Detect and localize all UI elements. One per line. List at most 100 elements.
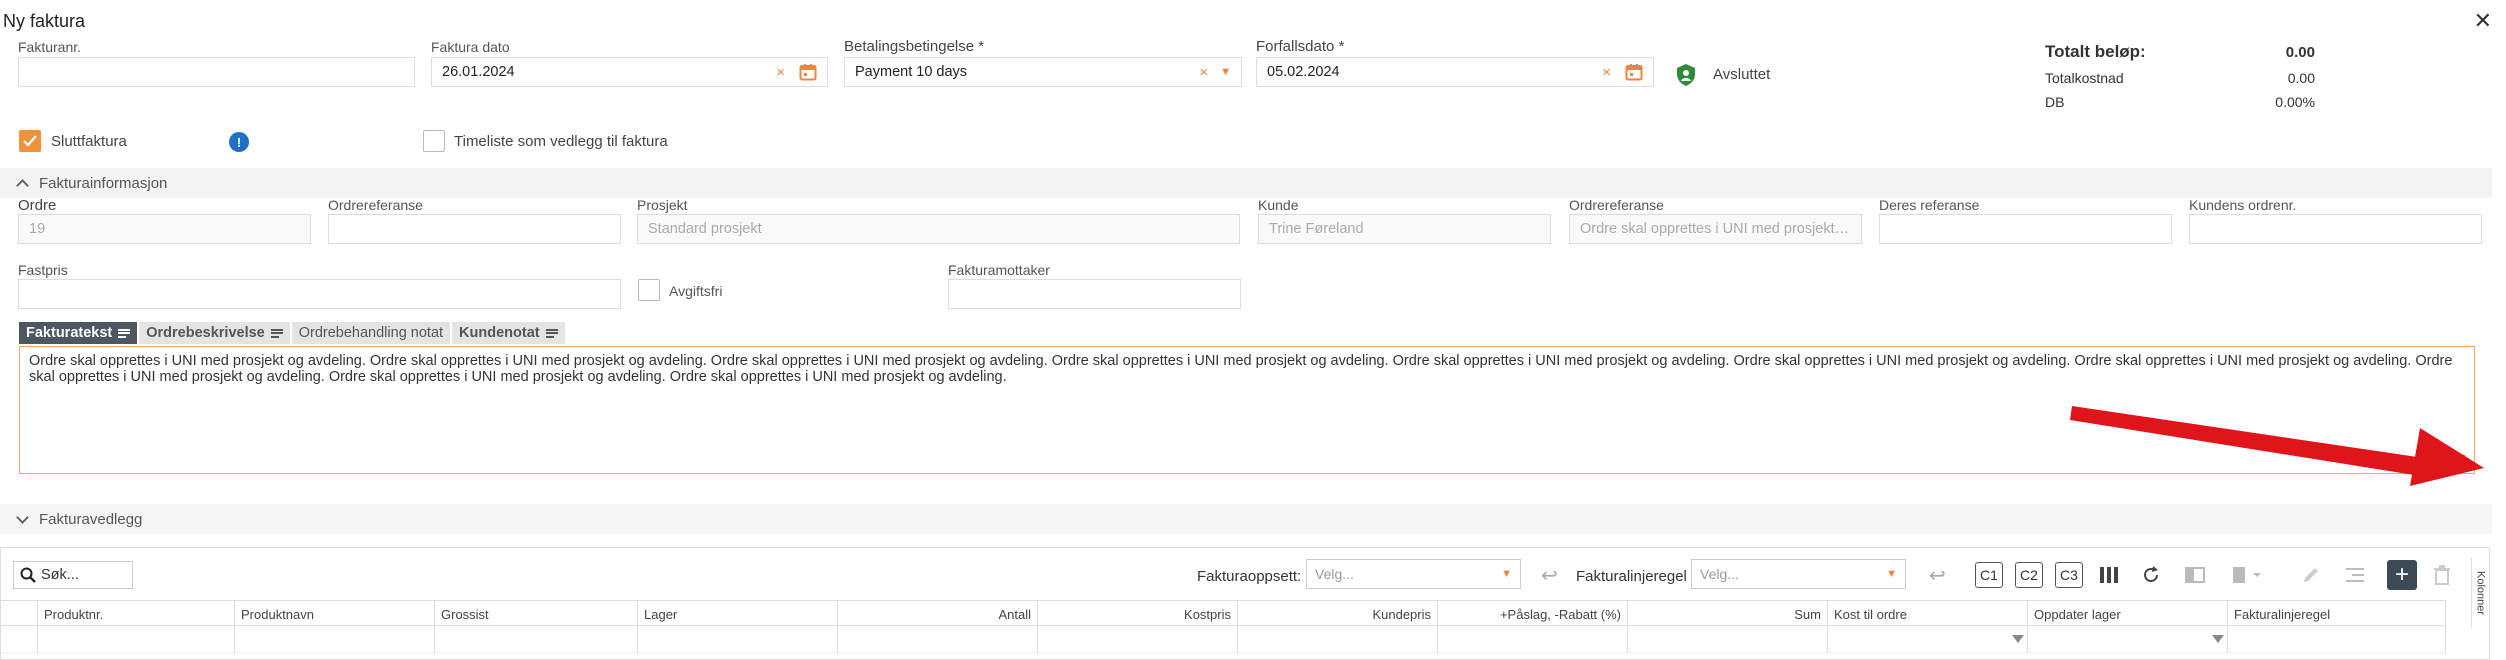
tab-kundenotat[interactable]: Kundenotat: [452, 322, 567, 344]
avgiftsfri-checkbox[interactable]: [638, 279, 660, 301]
linjeregel-select[interactable]: Velg... ▼: [1691, 559, 1906, 589]
col-kundepris[interactable]: Kundepris: [1238, 601, 1438, 627]
fakturainfo-header[interactable]: Fakturainformasjon: [0, 168, 2492, 198]
info-icon[interactable]: !: [229, 132, 249, 152]
forfall-value: 05.02.2024: [1267, 64, 1340, 80]
forfall-input[interactable]: 05.02.2024 ×: [1256, 57, 1654, 87]
copy-dropdown-icon[interactable]: [2231, 562, 2265, 588]
search-input[interactable]: Søk...: [13, 561, 133, 589]
filter-cell[interactable]: [1438, 627, 1628, 653]
clear-betaling-icon[interactable]: ×: [1199, 64, 1208, 81]
status-label: Avsluttet: [1713, 66, 1771, 83]
c1-button[interactable]: C1: [1975, 562, 2003, 588]
deres-label: Deres referanse: [1879, 197, 1980, 213]
col-paslag-rabatt[interactable]: +Påslag, -Rabatt (%): [1438, 601, 1628, 627]
check-icon: [23, 135, 37, 147]
fakturavedlegg-header[interactable]: Fakturavedlegg: [0, 504, 2492, 534]
filter-cell: [1, 627, 38, 653]
notes-icon: [118, 328, 131, 338]
kunde-label: Kunde: [1258, 197, 1299, 213]
calendar-icon[interactable]: [1625, 63, 1643, 81]
fakturadato-label: Faktura dato: [431, 39, 510, 55]
chevron-down-icon[interactable]: ▼: [1220, 66, 1231, 78]
search-placeholder: Søk...: [41, 567, 79, 583]
search-icon: [20, 567, 36, 583]
c3-button[interactable]: C3: [2055, 562, 2083, 588]
deres-input[interactable]: [1879, 214, 2172, 244]
col-oppdater-lager[interactable]: Oppdater lager: [2028, 601, 2228, 627]
fakturadato-input[interactable]: 26.01.2024 ×: [431, 57, 828, 87]
fastpris-input[interactable]: [18, 279, 621, 309]
filter-icon[interactable]: [2012, 635, 2024, 643]
col-kost-til-ordre[interactable]: Kost til ordre: [1828, 601, 2028, 627]
ordreref-input[interactable]: [328, 214, 621, 244]
oppsett-select[interactable]: Velg... ▼: [1306, 559, 1521, 589]
col-lager[interactable]: Lager: [638, 601, 838, 627]
indent-icon[interactable]: [2345, 562, 2365, 588]
col-grossist[interactable]: Grossist: [435, 601, 638, 627]
undo-icon[interactable]: ↩: [1541, 562, 1558, 588]
tab-label: Fakturatekst: [26, 325, 113, 341]
kundens-input[interactable]: [2189, 214, 2482, 244]
fastpris-label: Fastpris: [18, 262, 68, 278]
filter-cell[interactable]: [235, 627, 435, 653]
undo-icon[interactable]: ↩: [1929, 562, 1946, 588]
betaling-value: Payment 10 days: [855, 64, 968, 80]
betaling-label: Betalingsbetingelse *: [844, 38, 985, 55]
text-tabs: Fakturatekst Ordrebeskrivelse Ordrebehan…: [19, 322, 567, 344]
dialog-title: Ny faktura: [3, 11, 86, 31]
prosjekt-value: Standard prosjekt: [648, 221, 762, 237]
shield-check-icon: [1675, 63, 1697, 92]
excel-icon[interactable]: [2185, 562, 2205, 588]
tab-fakturatekst[interactable]: Fakturatekst: [19, 322, 140, 344]
trash-icon[interactable]: [2433, 562, 2451, 588]
clear-date-icon[interactable]: ×: [776, 64, 785, 81]
filter-cell[interactable]: [2028, 627, 2228, 653]
edit-icon[interactable]: [2301, 562, 2321, 588]
fakturadato-value: 26.01.2024: [442, 64, 515, 80]
filter-cell[interactable]: [638, 627, 838, 653]
filter-cell[interactable]: [38, 627, 235, 653]
fakturanr-input[interactable]: [18, 57, 415, 87]
editor-text: Ordre skal opprettes i UNI med prosjekt …: [29, 353, 2453, 385]
prosjekt-label: Prosjekt: [637, 197, 688, 213]
linjeregel-label: Fakturalinjeregel: [1576, 568, 1687, 585]
fakturavedlegg-title: Fakturavedlegg: [39, 510, 143, 528]
filter-cell[interactable]: [1628, 627, 1828, 653]
sluttfaktura-checkbox[interactable]: [19, 130, 41, 152]
col-kostpris[interactable]: Kostpris: [1038, 601, 1238, 627]
col-antall[interactable]: Antall: [838, 601, 1038, 627]
c2-button[interactable]: C2: [2015, 562, 2043, 588]
filter-cell[interactable]: [435, 627, 638, 653]
calendar-icon[interactable]: [799, 63, 817, 81]
filter-cell[interactable]: [1238, 627, 1438, 653]
add-line-button[interactable]: +: [2387, 560, 2417, 590]
filter-icon[interactable]: [2212, 635, 2224, 643]
kolonner-tab[interactable]: Kolonner: [2471, 558, 2489, 628]
col-sum[interactable]: Sum: [1628, 601, 1828, 627]
grid-filter-row: [1, 627, 2446, 653]
filter-cell[interactable]: [2228, 627, 2446, 653]
timeliste-checkbox[interactable]: [423, 130, 445, 152]
col-produktnavn[interactable]: Produktnavn: [235, 601, 435, 627]
columns-icon[interactable]: [2099, 562, 2119, 588]
row-selector-header: [1, 601, 38, 627]
betaling-select[interactable]: Payment 10 days × ▼: [844, 57, 1242, 87]
col-fakturalinjeregel[interactable]: Fakturalinjeregel: [2228, 601, 2446, 627]
chevron-down-icon: ▼: [1886, 568, 1897, 580]
clear-forfall-icon[interactable]: ×: [1602, 64, 1611, 81]
filter-cell[interactable]: [1038, 627, 1238, 653]
filter-cell[interactable]: [838, 627, 1038, 653]
close-icon[interactable]: ✕: [2474, 8, 2492, 34]
mottaker-input[interactable]: [948, 279, 1241, 309]
forfall-label: Forfallsdato *: [1256, 38, 1345, 55]
total-value: 0.00: [2285, 43, 2315, 61]
kundens-label: Kundens ordrenr.: [2189, 197, 2297, 213]
tab-ordrebehandling-notat[interactable]: Ordrebehandling notat: [291, 322, 453, 344]
col-produktnr[interactable]: Produktnr.: [38, 601, 235, 627]
refresh-icon[interactable]: [2141, 562, 2161, 588]
oppsett-placeholder: Velg...: [1315, 566, 1354, 582]
filter-cell[interactable]: [1828, 627, 2028, 653]
tab-label: Ordrebehandling notat: [298, 325, 444, 341]
tab-ordrebeskrivelse[interactable]: Ordrebeskrivelse: [139, 322, 292, 344]
